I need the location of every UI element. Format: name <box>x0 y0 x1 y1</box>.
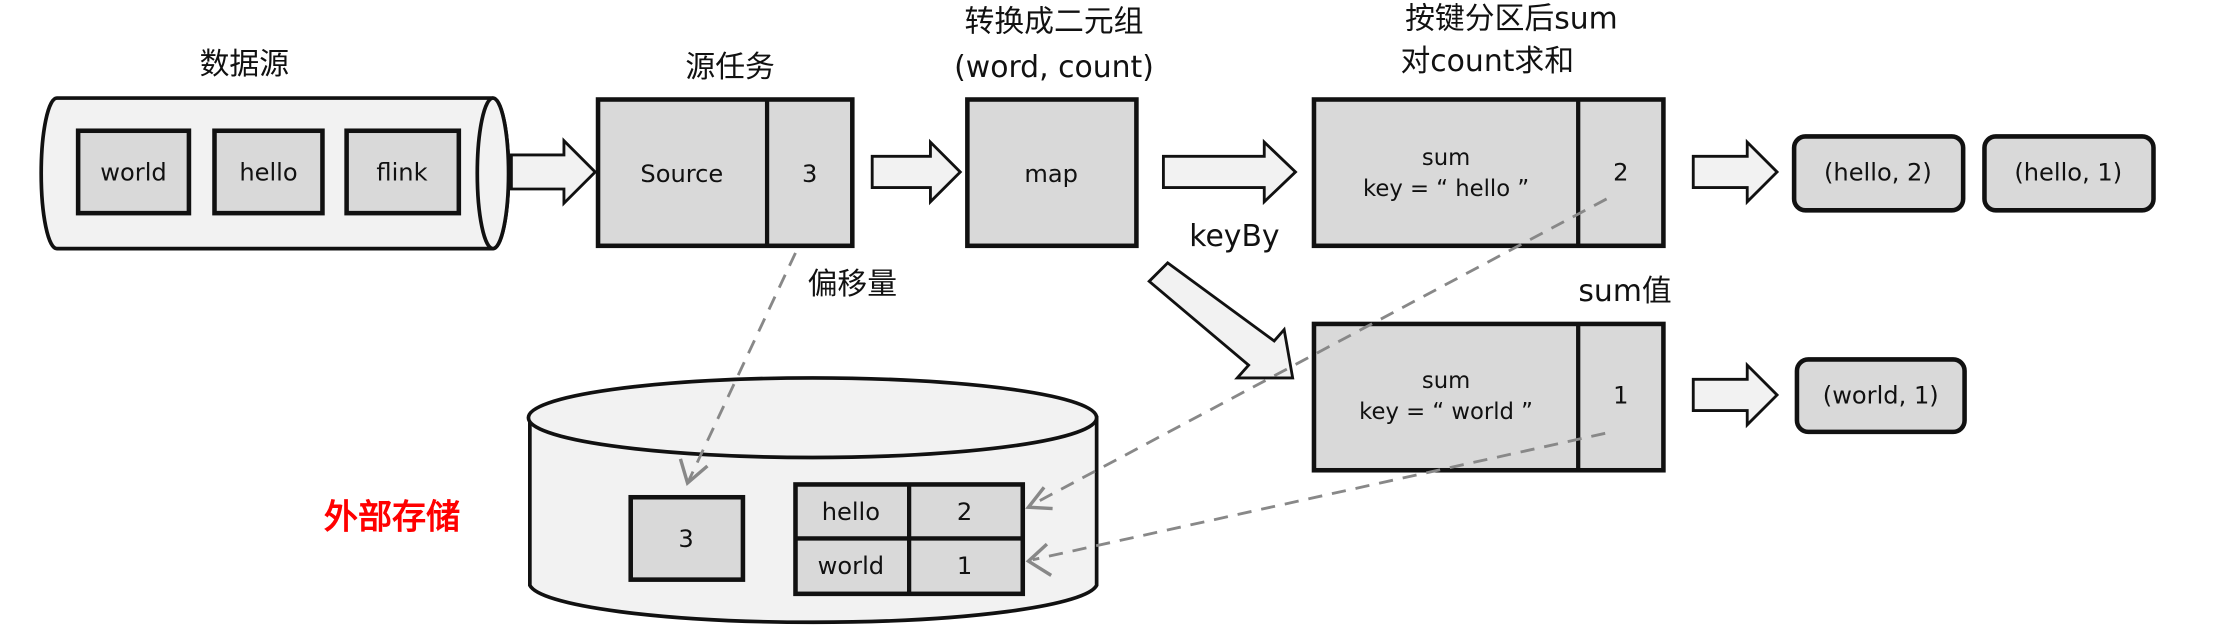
sum-task: sum值 sum key = “ world ” 1 <box>1311 274 1672 473</box>
data-source-item: flink <box>344 128 462 216</box>
data-source: 数据源 world hello flink <box>39 47 511 251</box>
stored-key: hello <box>822 498 880 526</box>
data-source-title: 数据源 <box>200 47 289 82</box>
stored-value: 1 <box>957 552 972 580</box>
data-source-item: hello <box>212 128 325 216</box>
source-task-title: 源任务 <box>685 50 774 85</box>
stored-value: 2 <box>957 498 972 526</box>
flow-arrow-icon <box>1161 138 1298 206</box>
sum-task-op: sum <box>1422 145 1470 171</box>
stored-state-table: hello 2 world 1 <box>793 482 1026 597</box>
sum-task-op: sum <box>1422 368 1470 394</box>
transform-title-line2: (word, count) <box>954 50 1154 85</box>
external-storage-label: 外部存储 <box>324 497 460 537</box>
map-task-name: map <box>1024 160 1078 188</box>
source-task: 源任务 Source 3 偏移量 <box>595 50 897 302</box>
external-storage: 外部存储 3 hello 2 world 1 <box>324 376 1099 625</box>
sum-task-key: key = “ world ” <box>1359 399 1533 425</box>
partition-title-line2: 对count求和 <box>1400 44 1574 79</box>
sum-task-key: key = “ hello ” <box>1363 176 1529 202</box>
output-record-label: (hello, 2) <box>1824 158 1932 186</box>
sum-task-box <box>1311 321 1666 473</box>
output-record: (hello, 1) <box>1982 134 2156 213</box>
data-source-item-label: flink <box>376 158 427 186</box>
stored-offset: 3 <box>628 494 746 582</box>
keyby-label: keyBy <box>1189 219 1279 254</box>
transform-title-line1: 转换成二元组 <box>965 4 1144 39</box>
storage-cylinder-top <box>526 376 1099 460</box>
stored-key: world <box>818 552 884 580</box>
source-task-offset: 3 <box>802 160 817 188</box>
sum-task-box <box>1311 97 1666 249</box>
sum-task-value: 1 <box>1613 381 1628 409</box>
data-source-item: world <box>75 128 192 216</box>
keyby-arrow-icon <box>1147 260 1295 380</box>
output-record: (world, 1) <box>1794 357 1967 435</box>
sum-task-value: 2 <box>1613 158 1628 186</box>
flow-arrow-icon <box>870 138 963 206</box>
stored-offset-value: 3 <box>678 525 693 553</box>
data-source-item-label: hello <box>239 158 297 186</box>
flow-arrow-icon <box>509 137 598 207</box>
data-source-item-label: world <box>100 158 166 186</box>
output-record-label: (hello, 1) <box>2014 158 2122 186</box>
output-record-label: (world, 1) <box>1823 381 1939 409</box>
sum-task: 按键分区后sum 对count求和 sum key = “ hello ” 2 <box>1311 1 1666 249</box>
sum-value-label: sum值 <box>1578 274 1671 309</box>
flow-arrow-icon <box>1691 361 1780 429</box>
source-task-name: Source <box>640 160 723 188</box>
output-record: (hello, 2) <box>1791 134 1966 213</box>
flink-checkpoint-diagram: 数据源 world hello flink 源任务 Source 3 偏移量 转… <box>39 1 2156 625</box>
map-task: 转换成二元组 (word, count) map <box>954 4 1154 249</box>
partition-title-line1: 按键分区后sum <box>1405 1 1618 36</box>
data-source-cylinder-end <box>475 96 511 251</box>
offset-label: 偏移量 <box>808 267 897 302</box>
flow-arrow-icon <box>1691 138 1780 206</box>
